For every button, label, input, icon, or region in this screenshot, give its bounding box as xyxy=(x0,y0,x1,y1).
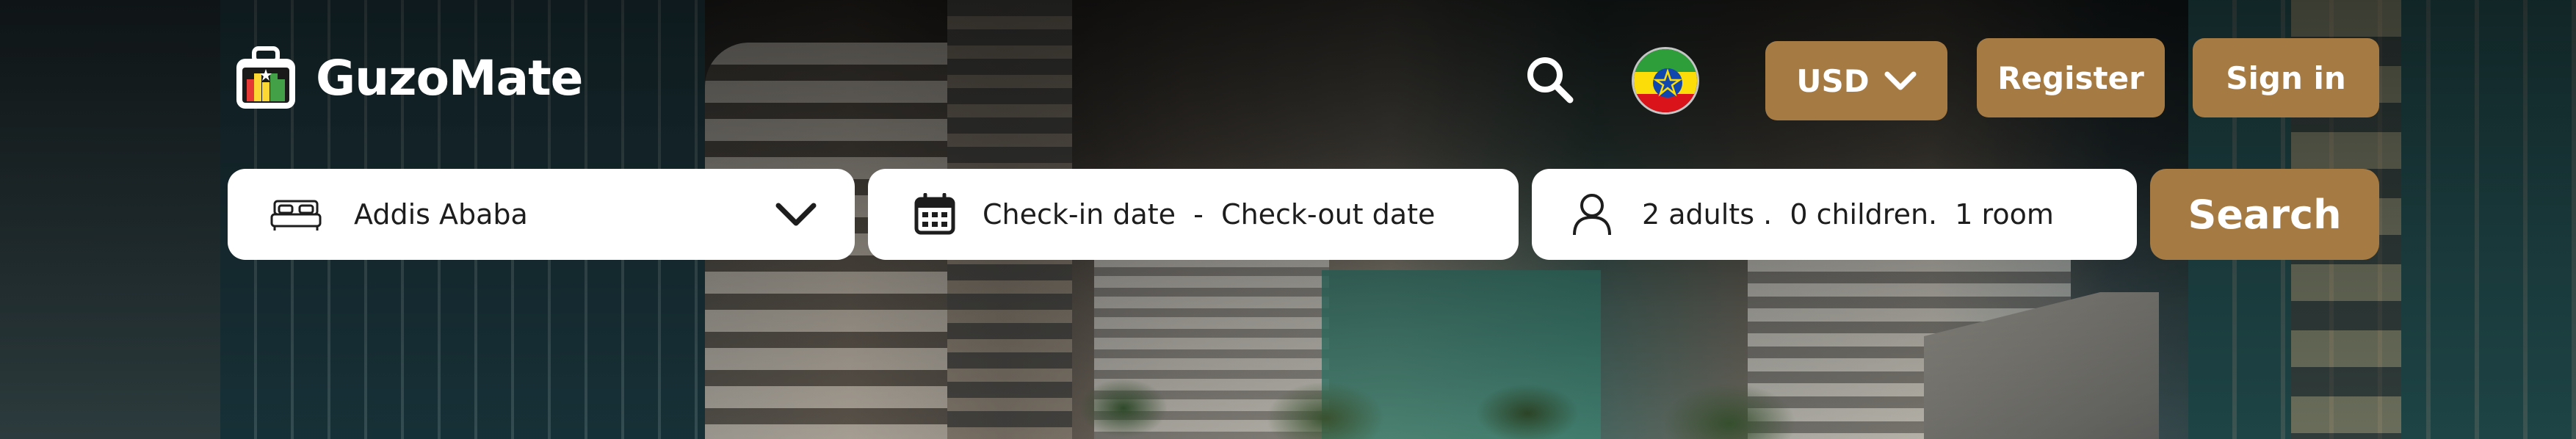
language-selector[interactable] xyxy=(1632,47,1699,115)
signin-button[interactable]: Sign in xyxy=(2193,38,2379,117)
chevron-down-icon xyxy=(1884,71,1917,90)
register-button[interactable]: Register xyxy=(1977,38,2165,117)
guests-value: 2 adults . 0 children. 1 room xyxy=(1642,198,2054,231)
currency-selector[interactable]: USD xyxy=(1765,41,1947,120)
chevron-down-icon xyxy=(775,203,817,226)
bed-icon xyxy=(269,197,323,232)
search-submit-button[interactable]: Search xyxy=(2150,169,2379,260)
date-range-field[interactable]: Check-in date - Check-out date xyxy=(868,169,1519,260)
guests-field[interactable]: 2 adults . 0 children. 1 room xyxy=(1532,169,2137,260)
destination-field[interactable]: Addis Ababa xyxy=(228,169,855,260)
brand-name: GuzoMate xyxy=(316,49,583,106)
date-range-value: Check-in date - Check-out date xyxy=(983,198,1436,231)
header-search-button[interactable] xyxy=(1520,50,1579,109)
hero-banner: GuzoMate USD Register Sign in Addis Abab… xyxy=(0,0,2576,439)
search-icon xyxy=(1527,57,1574,104)
hotel-suitcase-icon xyxy=(236,46,295,109)
currency-label: USD xyxy=(1796,62,1870,99)
user-icon xyxy=(1570,192,1614,236)
brand-logo[interactable]: GuzoMate xyxy=(232,44,583,112)
destination-value: Addis Ababa xyxy=(354,198,528,231)
calendar-icon xyxy=(912,193,958,236)
